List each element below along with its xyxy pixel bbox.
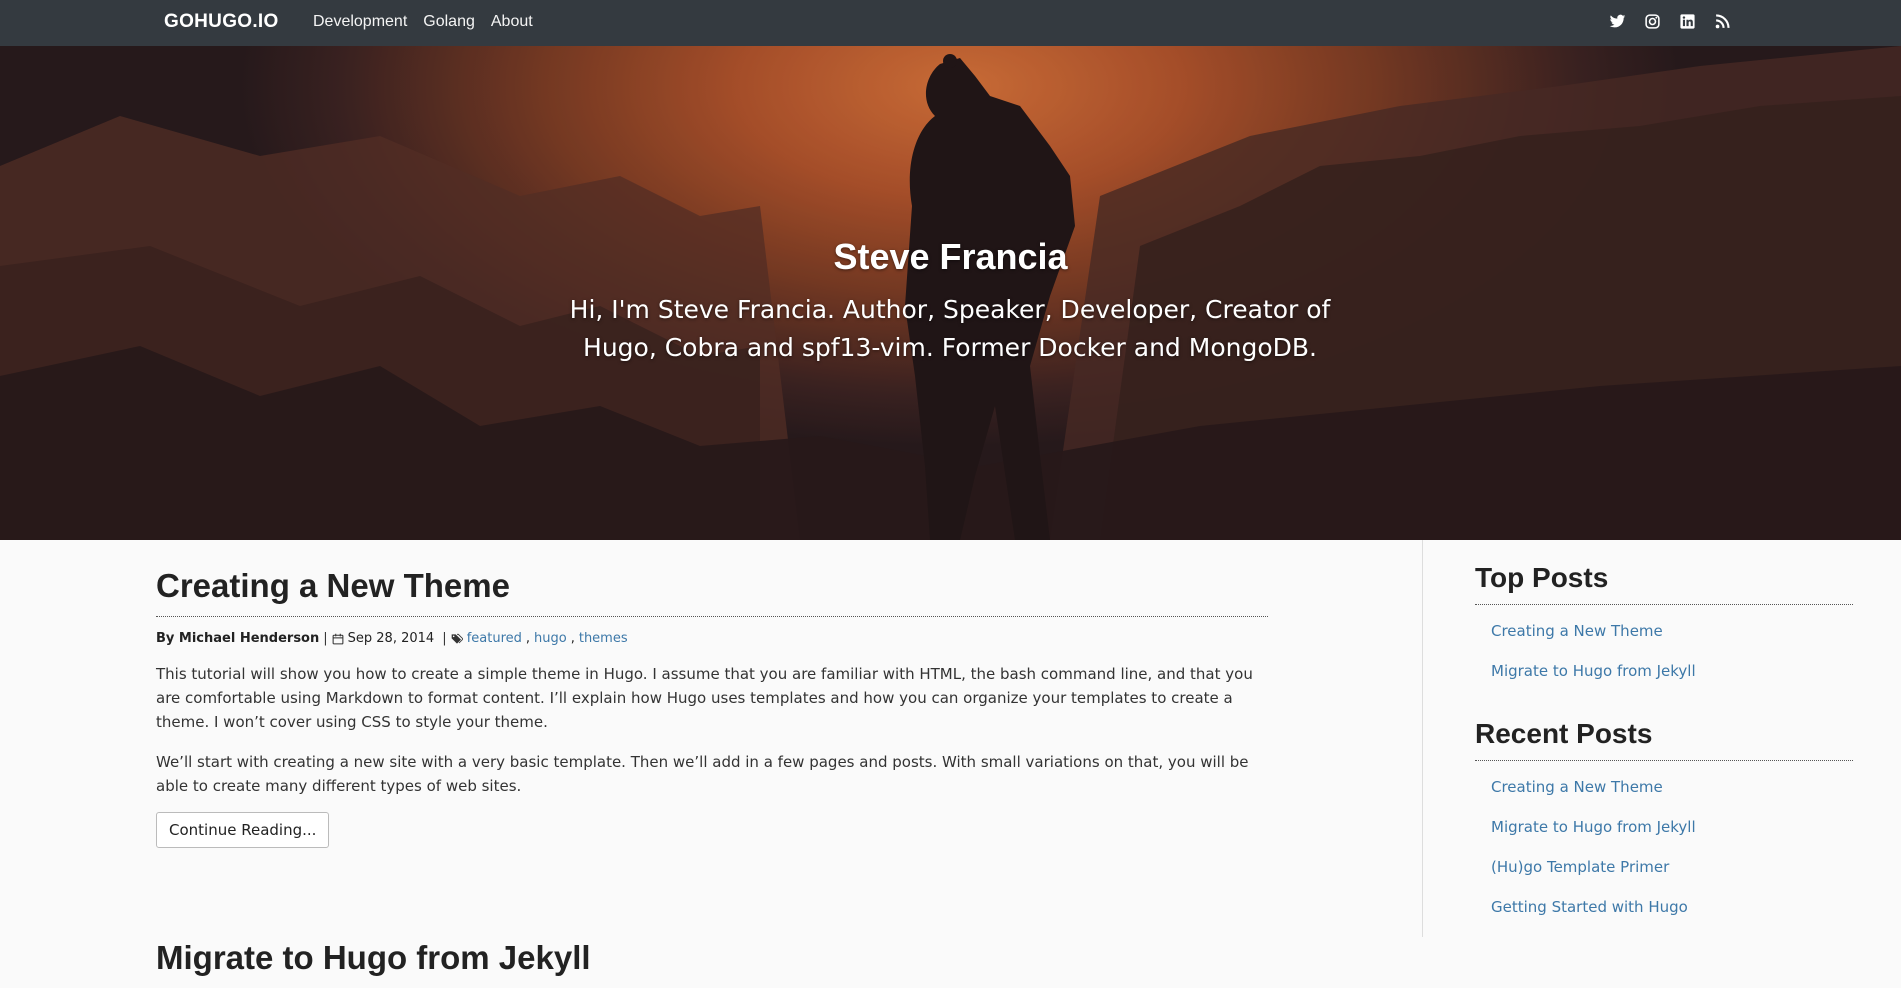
brand-logo-link[interactable]: GOHUGO.IO <box>164 11 279 33</box>
post-list: Creating a New Theme By Michael Henderso… <box>156 540 1268 976</box>
list-item: Creating a New Theme <box>1475 611 1853 651</box>
recent-posts-list: Creating a New Theme Migrate to Hugo fro… <box>1475 767 1853 927</box>
top-posts-heading: Top Posts <box>1475 560 1853 605</box>
tag-link-themes[interactable]: themes <box>579 631 628 646</box>
post-summary-paragraph: This tutorial will show you how to creat… <box>156 665 1253 731</box>
rss-icon[interactable] <box>1714 13 1731 30</box>
calendar-icon <box>332 633 344 644</box>
tag-comma: , <box>570 631 575 646</box>
top-posts-widget: Top Posts Creating a New Theme Migrate t… <box>1475 560 1853 691</box>
recent-posts-heading: Recent Posts <box>1475 716 1853 761</box>
social-links <box>1609 13 1731 30</box>
nav-link-golang[interactable]: Golang <box>423 13 475 31</box>
tag-comma: , <box>525 631 531 646</box>
hero-banner: Steve Francia Hi, I'm Steve Francia. Aut… <box>0 46 1901 540</box>
list-item: Migrate to Hugo from Jekyll <box>1475 807 1853 847</box>
recent-post-link[interactable]: (Hu)go Template Primer <box>1491 847 1853 887</box>
sidebar: Top Posts Creating a New Theme Migrate t… <box>1422 540 1901 937</box>
top-navbar: GOHUGO.IO Development Golang About <box>0 0 1901 46</box>
tag-link-featured[interactable]: featured <box>467 631 522 646</box>
twitter-icon[interactable] <box>1609 13 1626 30</box>
post-summary-paragraph: We’ll start with creating a new site wit… <box>156 753 1249 795</box>
post-card: Migrate to Hugo from Jekyll <box>156 938 591 988</box>
nav-menu: Development Golang About <box>313 13 533 31</box>
top-posts-list: Creating a New Theme Migrate to Hugo fro… <box>1475 611 1853 691</box>
list-item: Migrate to Hugo from Jekyll <box>1475 651 1853 691</box>
list-item: (Hu)go Template Primer <box>1475 847 1853 887</box>
post-date: Sep 28, 2014 <box>347 631 435 646</box>
post-title-link[interactable]: Creating a New Theme <box>156 566 1268 617</box>
tag-link-hugo[interactable]: hugo <box>534 631 567 646</box>
hero-title: Steve Francia <box>833 236 1068 277</box>
top-post-link[interactable]: Migrate to Hugo from Jekyll <box>1491 651 1853 691</box>
recent-post-link[interactable]: Creating a New Theme <box>1491 767 1853 807</box>
recent-post-link[interactable]: Getting Started with Hugo <box>1491 887 1853 927</box>
recent-posts-widget: Recent Posts Creating a New Theme Migrat… <box>1475 716 1853 927</box>
hero-subtitle: Hi, I'm Steve Francia. Author, Speaker, … <box>569 295 1331 362</box>
meta-separator: | <box>323 631 328 646</box>
nav-link-about[interactable]: About <box>491 13 533 31</box>
recent-post-link[interactable]: Migrate to Hugo from Jekyll <box>1491 807 1853 847</box>
post-title-link[interactable]: Migrate to Hugo from Jekyll <box>156 938 591 988</box>
tags-icon <box>451 633 463 644</box>
list-item: Getting Started with Hugo <box>1475 887 1853 927</box>
continue-reading-button[interactable]: Continue Reading... <box>156 812 330 848</box>
nav-link-development[interactable]: Development <box>313 13 407 31</box>
post-card: Creating a New Theme By Michael Henderso… <box>156 566 1268 848</box>
instagram-icon[interactable] <box>1644 13 1661 30</box>
top-post-link[interactable]: Creating a New Theme <box>1491 611 1853 651</box>
linkedin-icon[interactable] <box>1679 13 1696 30</box>
list-item: Creating a New Theme <box>1475 767 1853 807</box>
post-meta: By Michael Henderson | Sep 28, 2014 | fe… <box>156 631 1268 646</box>
post-author: By Michael Henderson <box>156 631 320 646</box>
meta-separator: | <box>438 631 447 646</box>
